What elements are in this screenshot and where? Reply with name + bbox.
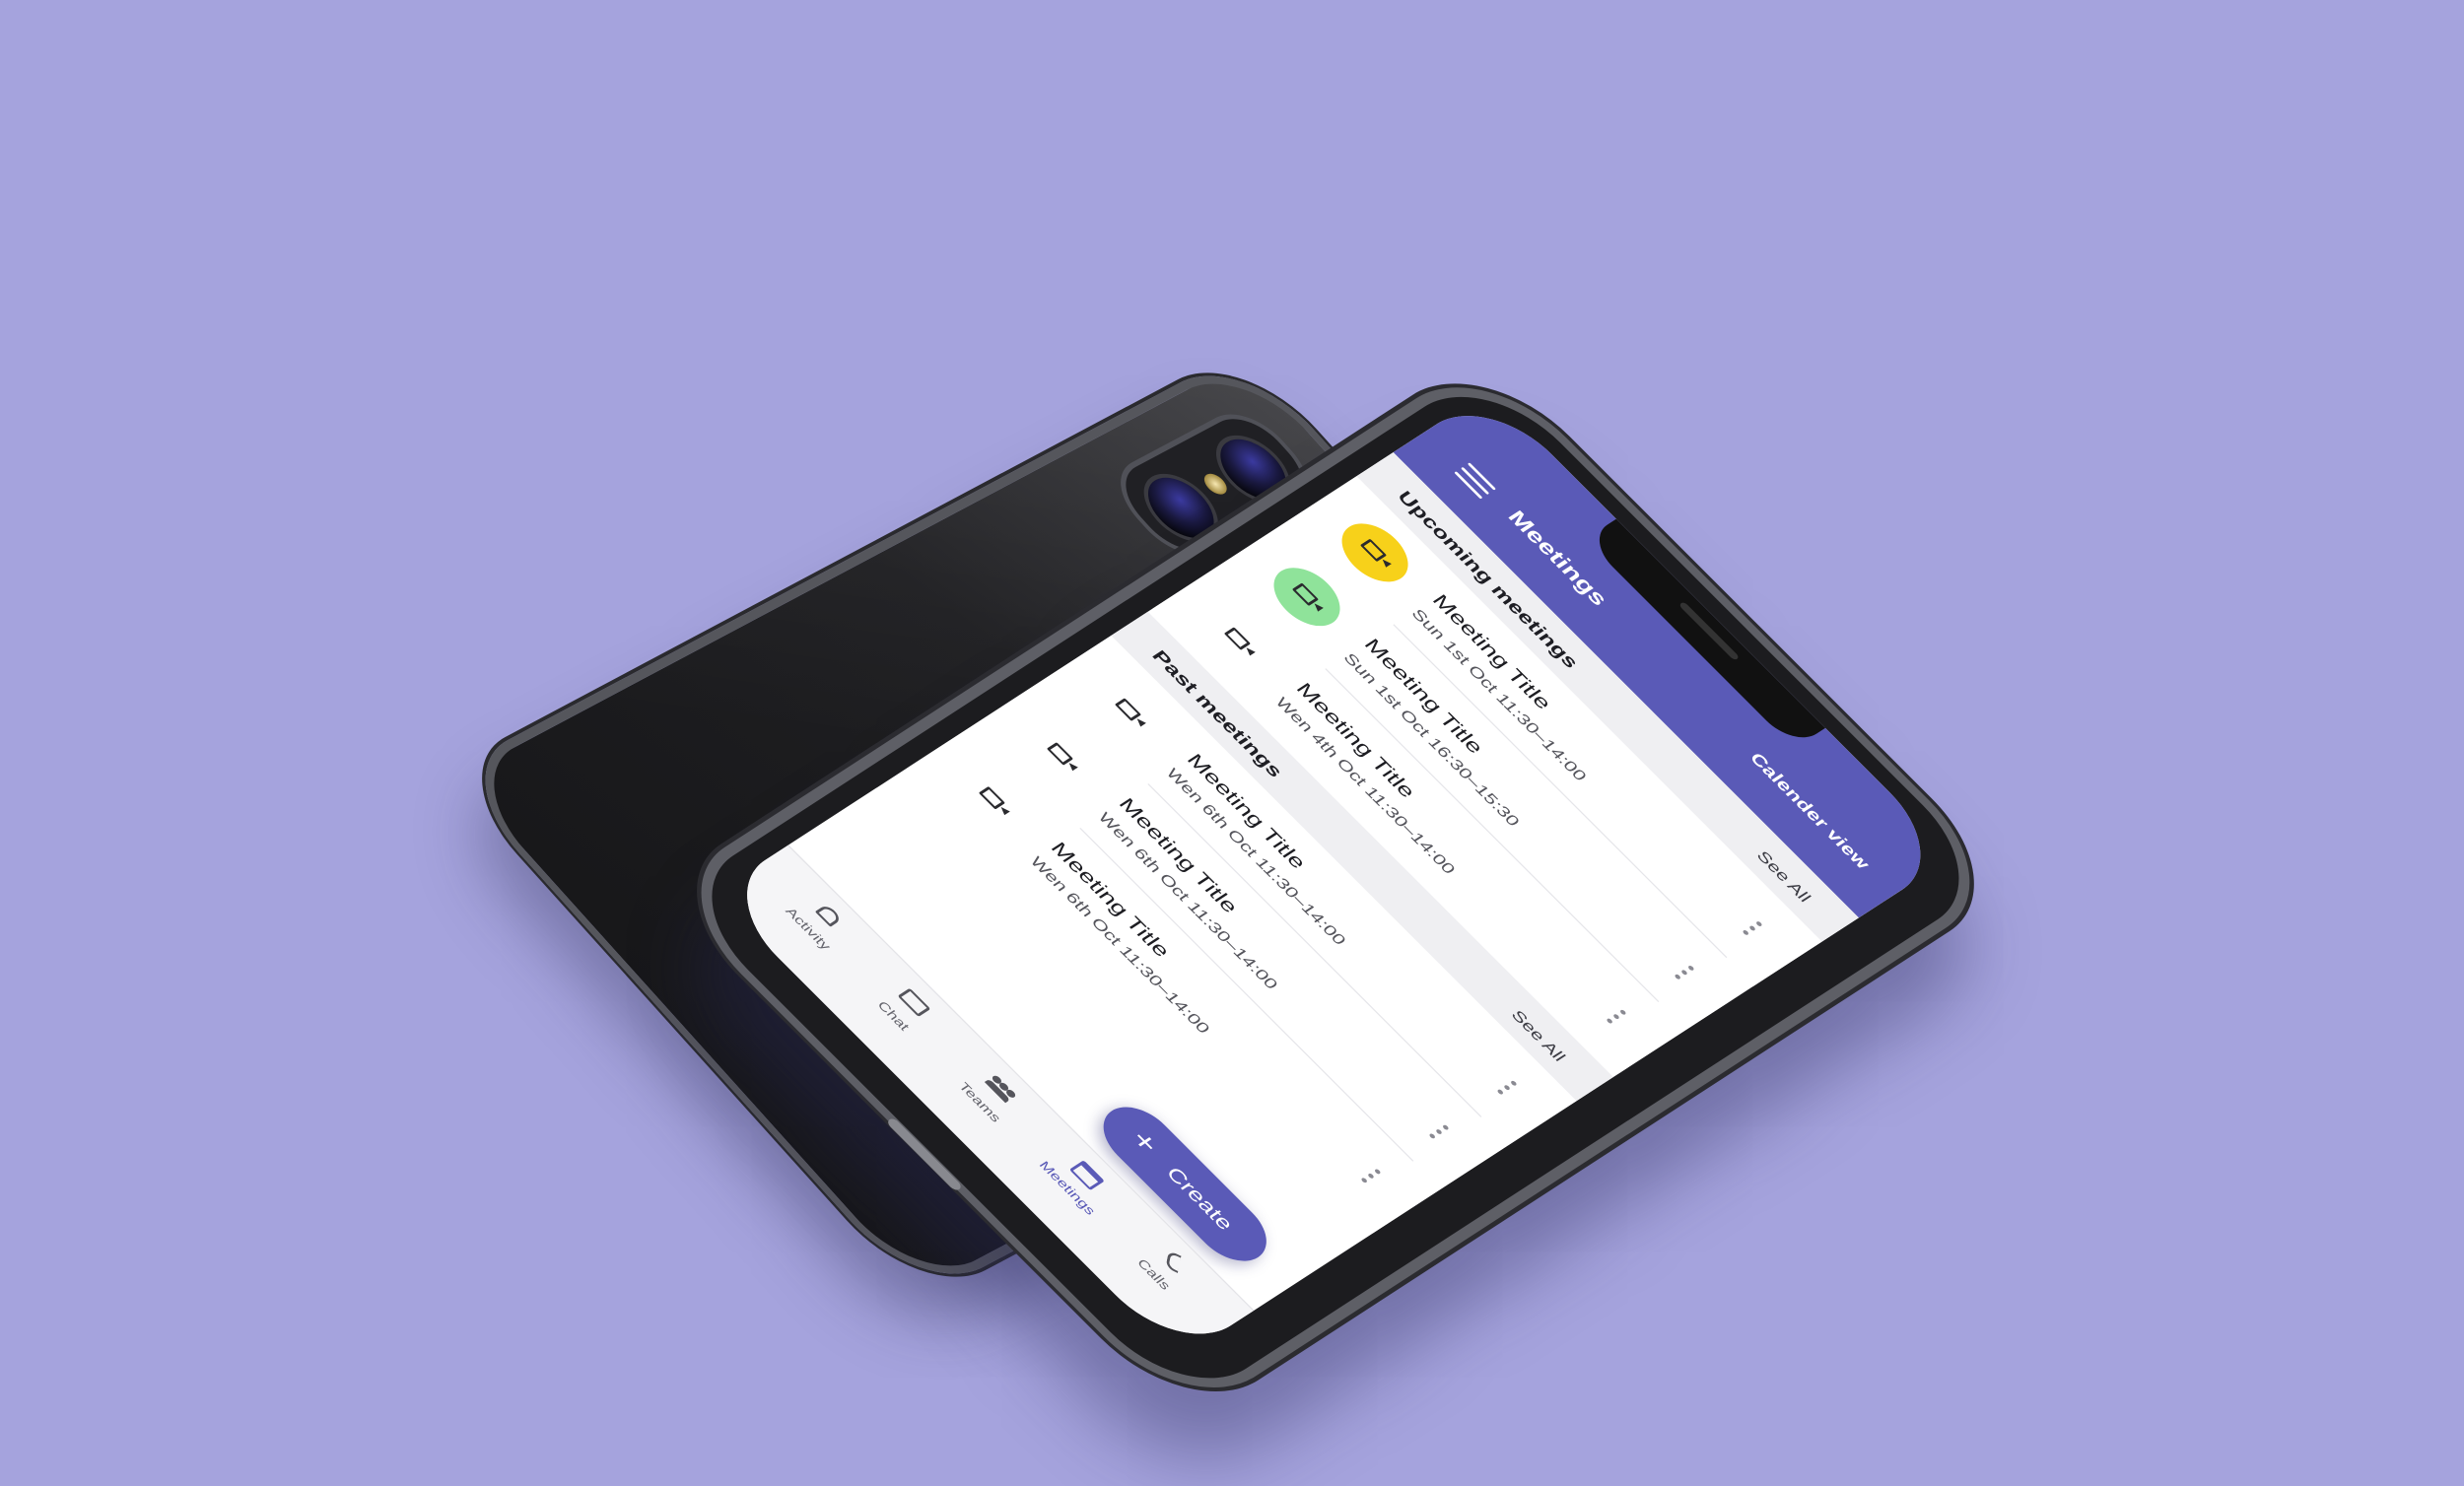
video-camera-icon bbox=[1223, 627, 1251, 650]
hamburger-menu-icon[interactable] bbox=[1454, 462, 1496, 500]
video-camera-icon bbox=[978, 785, 1006, 810]
create-button-label: Create bbox=[1161, 1163, 1238, 1234]
video-camera-icon bbox=[1114, 698, 1142, 721]
front-phone: Meetings Calender view Upcoming meetings… bbox=[657, 355, 2014, 1421]
video-camera-icon bbox=[1291, 582, 1320, 607]
more-options-icon[interactable] bbox=[1671, 965, 1695, 981]
more-options-icon[interactable] bbox=[1493, 1080, 1518, 1097]
plus-icon: + bbox=[1124, 1125, 1166, 1159]
video-camera-icon bbox=[1359, 538, 1388, 563]
more-options-icon[interactable] bbox=[1425, 1123, 1450, 1141]
more-options-icon[interactable] bbox=[1357, 1168, 1382, 1185]
mockup-stage: iPhone Meetings Calender view Upcoming m… bbox=[0, 0, 2464, 1486]
more-options-icon[interactable] bbox=[1739, 920, 1763, 937]
video-camera-icon bbox=[1046, 742, 1074, 766]
more-options-icon[interactable] bbox=[1603, 1009, 1627, 1026]
